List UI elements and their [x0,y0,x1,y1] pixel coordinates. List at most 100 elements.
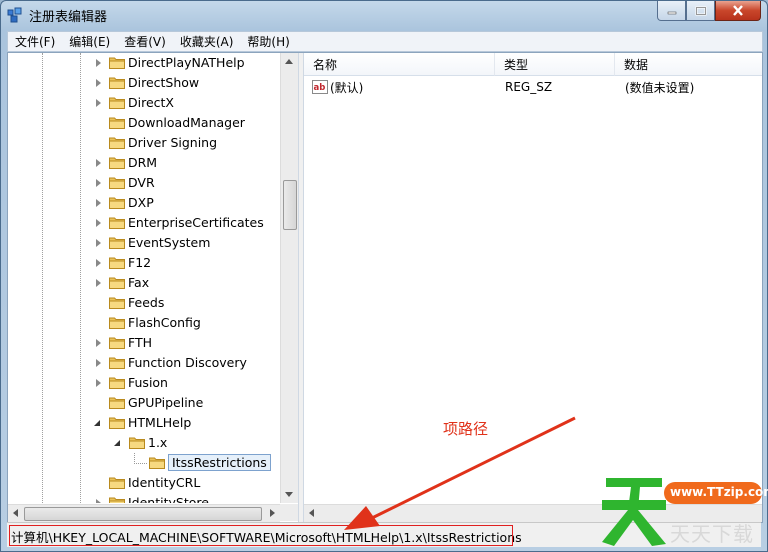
tree-item-label: F12 [128,255,152,270]
tree-item-label: DirectShow [128,75,200,90]
collapsed-arrow-icon[interactable] [96,359,101,367]
menu-bar: 文件(F) 编辑(E) 查看(V) 收藏夹(A) 帮助(H) [7,31,763,52]
close-button[interactable] [715,1,761,21]
collapsed-arrow-icon[interactable] [96,59,101,67]
tree-item[interactable]: DirectPlayNATHelp [8,53,280,73]
collapsed-arrow-icon[interactable] [96,239,101,247]
folder-icon [109,257,125,269]
watermark-tian-glyph-icon [602,478,666,546]
tree-item[interactable]: Function Discovery [8,353,280,373]
tree-vertical-scrollbar[interactable] [280,53,298,503]
menu-favorites[interactable]: 收藏夹(A) [173,33,241,50]
collapsed-arrow-icon[interactable] [96,219,101,227]
tree-item-label: HTMLHelp [128,415,192,430]
tree-item[interactable]: FTH [8,333,280,353]
menu-view[interactable]: 查看(V) [117,33,173,50]
tree-item[interactable]: HTMLHelp [8,413,280,433]
scroll-left-arrow-icon[interactable] [309,509,314,517]
value-name: (默认) [330,80,364,95]
window-title: 注册表编辑器 [29,10,108,25]
tree-item[interactable]: DRM [8,153,280,173]
tree-item[interactable]: Driver Signing [8,133,280,153]
menu-help[interactable]: 帮助(H) [240,33,296,50]
tree-item-label: Driver Signing [128,135,218,150]
minimize-button[interactable] [657,1,686,21]
tree-item-label: DXP [128,195,154,210]
tree-item-label: FlashConfig [128,315,201,330]
folder-icon [109,217,125,229]
registry-key-tree[interactable]: DirectPlayNATHelp DirectShow DirectX Downlo… [8,53,298,503]
tree-item-label: Fax [128,275,150,290]
collapsed-arrow-icon[interactable] [96,259,101,267]
collapsed-arrow-icon[interactable] [96,499,101,503]
folder-icon [109,337,125,349]
tree-item[interactable]: F12 [8,253,280,273]
scrollbar-corner [280,504,298,521]
tree-item-label: DirectPlayNATHelp [128,55,245,70]
folder-icon [109,237,125,249]
folder-icon [109,57,125,69]
maximize-button[interactable] [686,1,715,21]
tree-item[interactable]: ItssRestrictions [8,453,280,473]
tree-item[interactable]: IdentityStore [8,493,280,503]
tree-item[interactable]: DXP [8,193,280,213]
expanded-arrow-icon[interactable] [114,440,120,446]
scroll-down-arrow-icon[interactable] [285,492,293,497]
tree-item[interactable]: DirectShow [8,73,280,93]
horizontal-scroll-thumb[interactable] [24,507,262,521]
folder-icon [109,297,125,309]
scroll-thumb[interactable] [283,180,297,230]
tree-item-label: DRM [128,155,158,170]
tree-item[interactable]: FlashConfig [8,313,280,333]
menu-file[interactable]: 文件(F) [8,33,62,50]
folder-icon [149,457,165,469]
tree-item[interactable]: DVR [8,173,280,193]
registry-editor-icon [7,7,22,23]
tree-item[interactable]: EnterpriseCertificates [8,213,280,233]
tree-item[interactable]: DownloadManager [8,113,280,133]
collapsed-arrow-icon[interactable] [96,379,101,387]
watermark-url: www.TTzip.com [670,485,768,499]
folder-icon [129,437,145,449]
watermark-brand: 天天下载 [670,522,754,546]
column-type-label: 类型 [504,57,529,72]
menu-edit[interactable]: 编辑(E) [62,33,117,50]
value-data: (数值未设置) [625,80,695,95]
collapsed-arrow-icon[interactable] [96,79,101,87]
tree-item-label: 1.x [148,435,168,450]
collapsed-arrow-icon[interactable] [96,159,101,167]
title-bar[interactable]: 注册表编辑器 [1,1,767,29]
collapsed-arrow-icon[interactable] [96,99,101,107]
folder-icon [109,377,125,389]
value-row[interactable]: ab (默认) REG_SZ (数值未设置) [312,77,762,97]
tree-horizontal-scrollbar[interactable] [8,504,280,522]
scroll-up-arrow-icon[interactable] [285,59,293,64]
tree-item-label: IdentityStore [128,495,209,503]
folder-icon [109,117,125,129]
tree-item[interactable]: Feeds [8,293,280,313]
column-header-data[interactable]: 数据 [615,53,762,76]
tree-item-label: DVR [128,175,155,190]
tree-item[interactable]: Fusion [8,373,280,393]
value-type: REG_SZ [505,80,553,94]
tree-item-label: EventSystem [128,235,211,250]
tree-item[interactable]: DirectX [8,93,280,113]
collapsed-arrow-icon[interactable] [96,339,101,347]
tree-item[interactable]: IdentityCRL [8,473,280,493]
column-header-type[interactable]: 类型 [495,53,615,76]
folder-icon [109,497,125,503]
scroll-left-arrow-icon[interactable] [13,509,18,517]
expanded-arrow-icon[interactable] [94,420,100,426]
collapsed-arrow-icon[interactable] [96,179,101,187]
collapsed-arrow-icon[interactable] [96,199,101,207]
scroll-right-arrow-icon[interactable] [270,509,275,517]
tree-item[interactable]: 1.x [8,433,280,453]
folder-icon [109,477,125,489]
collapsed-arrow-icon[interactable] [96,279,101,287]
tree-item[interactable]: GPUPipeline [8,393,280,413]
column-header-name[interactable]: 名称 [304,53,495,76]
folder-icon [109,197,125,209]
tree-item[interactable]: Fax [8,273,280,293]
tree-item[interactable]: EventSystem [8,233,280,253]
folder-icon [109,97,125,109]
